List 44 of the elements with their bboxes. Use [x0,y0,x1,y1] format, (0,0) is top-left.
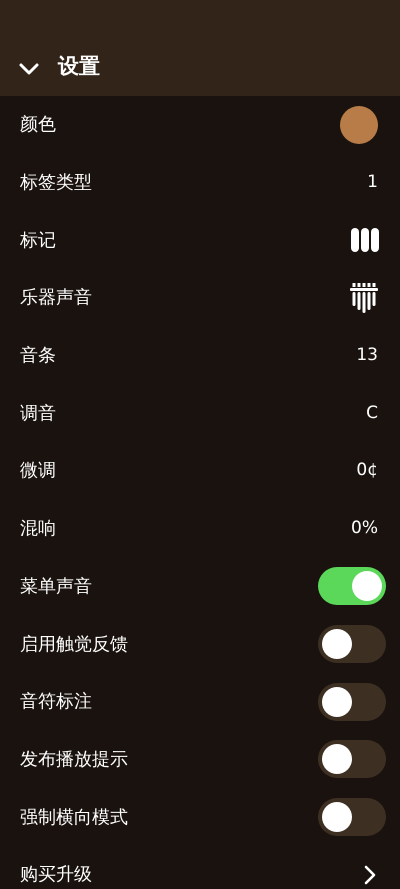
settings-row[interactable]: 购买升级 [0,846,400,889]
setting-label: 微调 [20,459,56,484]
setting-label: 乐器声音 [20,286,92,310]
settings-row[interactable]: 颜色 [0,96,400,154]
toggle-switch[interactable] [318,740,386,778]
setting-label: 音符标注 [20,690,92,714]
bars-icon[interactable] [350,228,380,252]
settings-row[interactable]: 启用触觉反馈 [0,615,400,673]
setting-label: 调音 [20,402,56,426]
settings-row[interactable]: 发布播放提示 [0,730,400,788]
settings-row[interactable]: 标签类型 1 [0,154,400,212]
setting-value: 13 [356,344,378,367]
kalimba-icon[interactable] [350,282,378,313]
setting-label: 标签类型 [20,171,92,196]
settings-row[interactable]: 菜单声音 [0,558,400,616]
settings-row[interactable]: 强制横向模式 [0,788,400,846]
settings-row[interactable]: 微调 0¢ [0,442,400,500]
chevron-right-icon[interactable] [364,864,376,885]
settings-row[interactable]: 乐器声音 [0,269,400,327]
toggle-switch[interactable] [318,682,386,721]
setting-label: 混响 [20,517,56,542]
color-swatch[interactable] [340,106,378,144]
setting-label: 标记 [20,228,56,253]
settings-row[interactable]: 音符标注 [0,672,400,731]
settings-row[interactable]: 音条 13 [0,326,400,384]
toggle-switch[interactable] [318,625,386,664]
setting-value: 0¢ [356,459,378,482]
setting-label: 菜单声音 [20,574,92,599]
settings-row[interactable]: 标记 [0,211,400,270]
setting-value: 0% [351,516,378,540]
toggle-switch[interactable] [318,798,386,836]
setting-label: 启用触觉反馈 [20,632,128,657]
settings-row[interactable]: 调音 C [0,384,400,442]
setting-value: 1 [367,170,378,194]
setting-label: 购买升级 [20,863,92,888]
settings-row[interactable]: 混响 0% [0,500,400,558]
setting-label: 颜色 [20,113,56,138]
header-title: 设置 [58,52,100,80]
setting-label: 发布播放提示 [20,748,128,772]
setting-label: 音条 [20,344,56,368]
setting-value: C [366,402,378,425]
toggle-switch[interactable] [318,567,386,606]
setting-label: 强制横向模式 [20,806,128,830]
chevron-down-icon[interactable] [18,62,40,76]
